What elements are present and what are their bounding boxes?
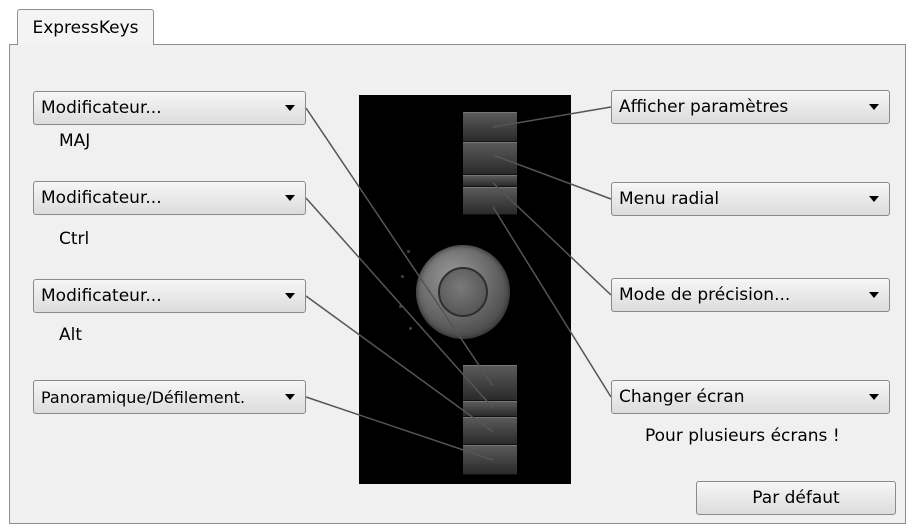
tablet-device-image [359,95,571,484]
chevron-down-icon [285,293,295,299]
express-key-left-1 [463,365,517,401]
right-key-3-dropdown[interactable]: Mode de précision... [611,278,890,312]
chevron-down-icon [869,196,879,202]
touch-ring-center-button [438,267,488,317]
chevron-down-icon [285,195,295,201]
left-key-2-dropdown[interactable]: Modificateur... [33,181,306,215]
left-key-1-value: Modificateur... [41,98,162,118]
left-key-3-dropdown[interactable]: Modificateur... [33,279,306,313]
left-key-1-modifier-label: MAJ [59,131,91,151]
right-key-2-dropdown[interactable]: Menu radial [611,182,890,216]
right-key-4-dropdown[interactable]: Changer écran [611,380,890,414]
express-key-right-2 [463,142,517,175]
tab-expresskeys[interactable]: ExpressKeys [17,9,154,45]
chevron-down-icon [869,104,879,110]
express-key-right-1 [463,112,517,142]
right-key-4-value: Changer écran [619,387,745,407]
chevron-down-icon [285,394,295,400]
express-key-left-2 [463,401,517,417]
chevron-down-icon [869,292,879,298]
left-key-2-value: Modificateur... [41,188,162,208]
left-key-2-modifier-label: Ctrl [59,229,90,249]
left-key-1-dropdown[interactable]: Modificateur... [33,91,306,125]
right-key-1-value: Afficher paramètres [619,97,789,117]
express-key-right-4 [463,187,517,215]
right-key-2-value: Menu radial [619,189,720,209]
left-key-4-dropdown[interactable]: Panoramique/Défilement. [33,380,306,414]
express-key-left-4 [463,445,517,475]
multi-screen-note: Pour plusieurs écrans ! [645,426,840,446]
left-key-4-value: Panoramique/Défilement. [41,387,246,407]
chevron-down-icon [285,105,295,111]
left-key-3-modifier-label: Alt [59,325,83,345]
right-key-1-dropdown[interactable]: Afficher paramètres [611,90,890,124]
express-key-right-3 [463,175,517,187]
right-key-3-value: Mode de précision... [619,285,791,305]
default-button[interactable]: Par défaut [696,481,896,515]
express-key-left-3 [463,417,517,445]
chevron-down-icon [869,394,879,400]
left-key-3-value: Modificateur... [41,286,162,306]
